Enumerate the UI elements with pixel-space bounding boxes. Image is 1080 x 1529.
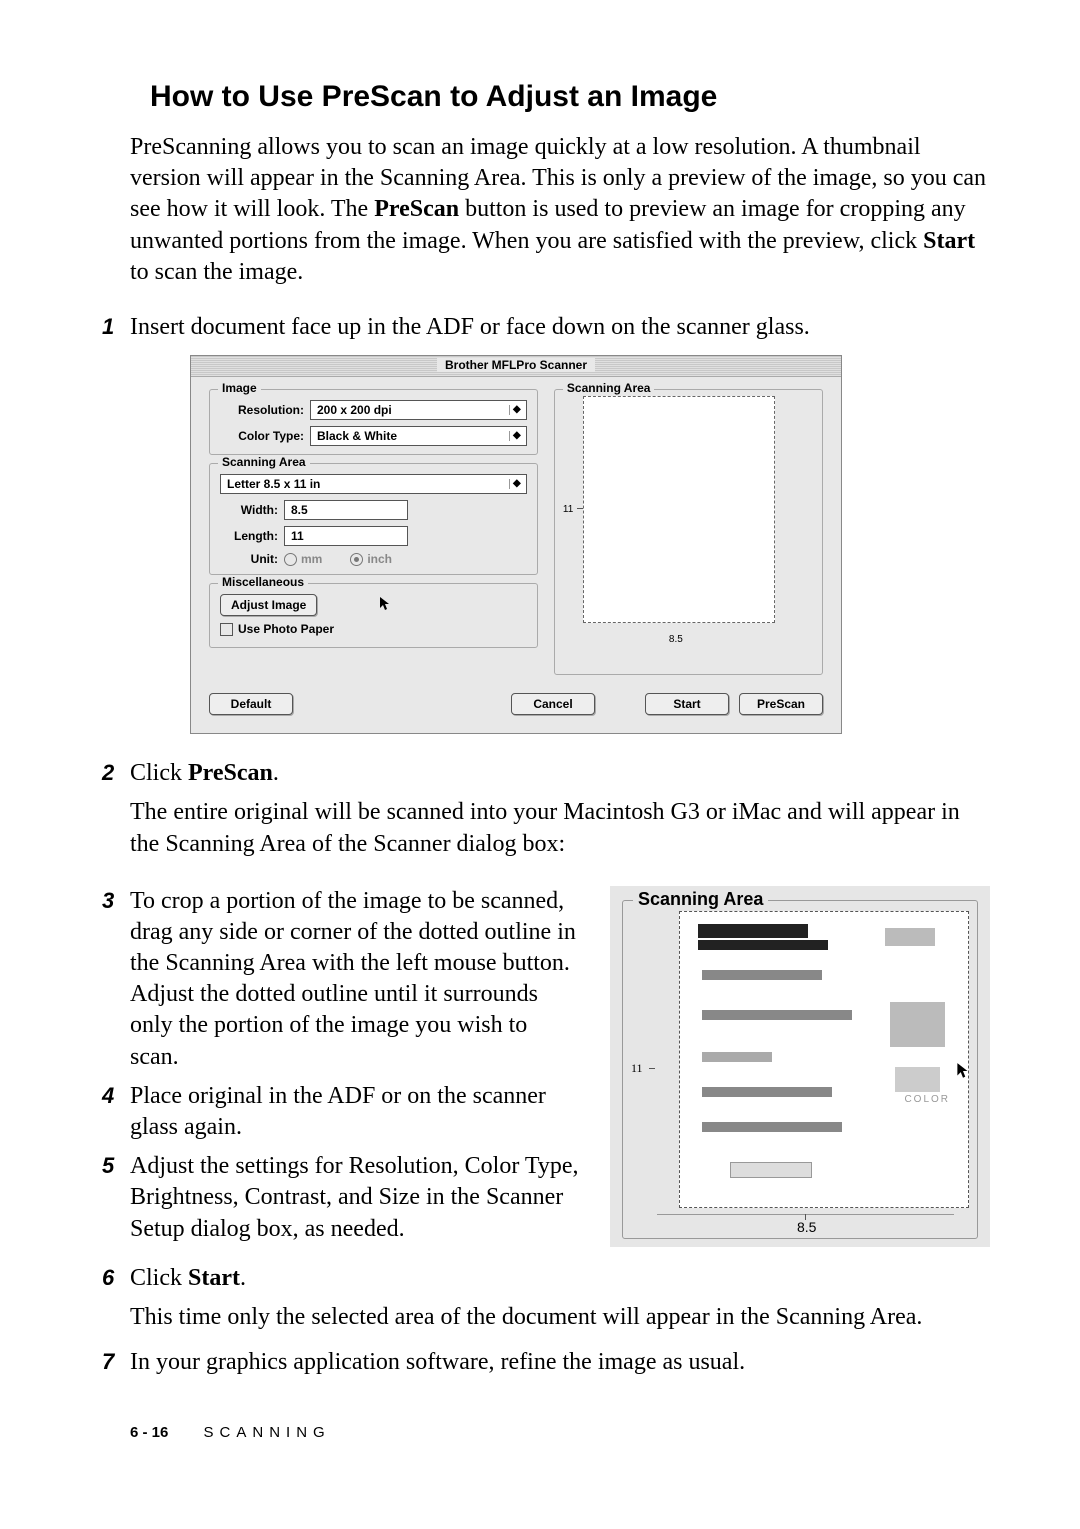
- step-5-text: Adjust the settings for Resolution, Colo…: [130, 1151, 580, 1245]
- inset-axis-x-label: 8.5: [797, 1219, 816, 1235]
- scanarea-preset-value: Letter 8.5 x 11 in: [227, 477, 320, 491]
- unit-inch-radio[interactable]: inch: [350, 552, 392, 566]
- step-7-number: 7: [102, 1349, 130, 1375]
- photo-paper-checkbox[interactable]: Use Photo Paper: [220, 622, 334, 636]
- step-6-t1: Click: [130, 1265, 188, 1291]
- page-number: 6 - 16: [130, 1424, 168, 1441]
- step-7-text: In your graphics application software, r…: [130, 1347, 990, 1378]
- dropdown-icon: ◆: [509, 479, 524, 489]
- colortype-label: Color Type:: [220, 429, 310, 443]
- radio-icon: [350, 553, 363, 566]
- colortype-value: Black & White: [317, 429, 397, 443]
- step-1-number: 1: [102, 314, 130, 340]
- scanning-area-group: Scanning Area Letter 8.5 x 11 in ◆ Width…: [209, 463, 538, 575]
- step-4-text: Place original in the ADF or on the scan…: [130, 1081, 580, 1143]
- dropdown-icon: ◆: [509, 431, 524, 441]
- preview-group: Scanning Area 11 8.5: [554, 389, 823, 675]
- step-2-t2: .: [273, 760, 279, 786]
- inset-title: Scanning Area: [633, 889, 768, 910]
- dialog-title: Brother MFLPro Scanner: [437, 358, 595, 372]
- resolution-value: 200 x 200 dpi: [317, 403, 392, 417]
- colortype-select[interactable]: Black & White ◆: [310, 426, 527, 446]
- preview-axis-x-label: 8.5: [669, 634, 683, 645]
- start-button[interactable]: Start: [645, 693, 729, 715]
- step-2-b1: PreScan: [188, 760, 273, 786]
- step-6-after: This time only the selected area of the …: [130, 1302, 990, 1333]
- intro-b2: Start: [923, 228, 975, 254]
- preview-area[interactable]: [583, 396, 775, 623]
- step-2-number: 2: [102, 760, 130, 786]
- step-6-t2: .: [240, 1265, 246, 1291]
- misc-group: Miscellaneous Adjust Image Use Photo Pap…: [209, 583, 538, 648]
- step-6-text: Click Start.: [130, 1263, 990, 1294]
- step-5-number: 5: [102, 1153, 130, 1179]
- inset-axis-y-label: 11: [631, 1061, 643, 1076]
- axis-tick: [577, 508, 583, 509]
- scanner-dialog: Brother MFLPro Scanner Image Resolution:…: [190, 355, 842, 734]
- preview-axis-y-label: 11: [563, 504, 573, 515]
- default-button[interactable]: Default: [209, 693, 293, 715]
- intro-paragraph: PreScanning allows you to scan an image …: [130, 132, 990, 288]
- photo-paper-label: Use Photo Paper: [238, 622, 334, 636]
- cancel-button[interactable]: Cancel: [511, 693, 595, 715]
- section-label: SCANNING: [204, 1424, 331, 1441]
- dropdown-icon: ◆: [509, 405, 524, 415]
- step-6-number: 6: [102, 1265, 130, 1291]
- step-3-number: 3: [102, 888, 130, 914]
- cursor-icon: [954, 1062, 969, 1085]
- resolution-label: Resolution:: [220, 403, 310, 417]
- page-footer: 6 - 16 SCANNING: [130, 1424, 990, 1441]
- prescan-button[interactable]: PreScan: [739, 693, 823, 715]
- unit-label: Unit:: [220, 552, 284, 566]
- width-label: Width:: [220, 503, 284, 517]
- step-2-after: The entire original will be scanned into…: [130, 797, 990, 859]
- resolution-select[interactable]: 200 x 200 dpi ◆: [310, 400, 527, 420]
- intro-t3: to scan the image.: [130, 259, 303, 285]
- unit-inch-label: inch: [367, 552, 392, 566]
- scanarea-preset-select[interactable]: Letter 8.5 x 11 in ◆: [220, 474, 527, 494]
- step-2-t1: Click: [130, 760, 188, 786]
- image-group-title: Image: [218, 381, 261, 395]
- step-3-text: To crop a portion of the image to be sca…: [130, 886, 580, 1073]
- dialog-titlebar: Brother MFLPro Scanner: [191, 356, 841, 377]
- page-heading: How to Use PreScan to Adjust an Image: [150, 80, 990, 114]
- inset-color-label: COLOR: [904, 1094, 950, 1105]
- unit-mm-radio[interactable]: mm: [284, 552, 322, 566]
- radio-icon: [284, 553, 297, 566]
- width-input[interactable]: 8.5: [284, 500, 408, 520]
- checkbox-icon: [220, 623, 233, 636]
- scanning-area-inset: Scanning Area 11: [610, 886, 990, 1247]
- cursor-icon: [377, 596, 393, 615]
- inset-preview-area[interactable]: COLOR: [679, 911, 969, 1208]
- scanning-area-group-title: Scanning Area: [218, 455, 310, 469]
- intro-b1: PreScan: [374, 196, 459, 222]
- step-4-number: 4: [102, 1083, 130, 1109]
- step-6-b1: Start: [188, 1265, 240, 1291]
- length-input[interactable]: 11: [284, 526, 408, 546]
- preview-group-title: Scanning Area: [563, 381, 655, 395]
- step-1-text: Insert document face up in the ADF or fa…: [130, 312, 990, 343]
- adjust-image-button[interactable]: Adjust Image: [220, 594, 317, 616]
- image-group: Image Resolution: 200 x 200 dpi ◆ Color …: [209, 389, 538, 455]
- step-2-text: Click PreScan.: [130, 758, 990, 789]
- misc-group-title: Miscellaneous: [218, 575, 308, 589]
- length-label: Length:: [220, 529, 284, 543]
- unit-mm-label: mm: [301, 552, 322, 566]
